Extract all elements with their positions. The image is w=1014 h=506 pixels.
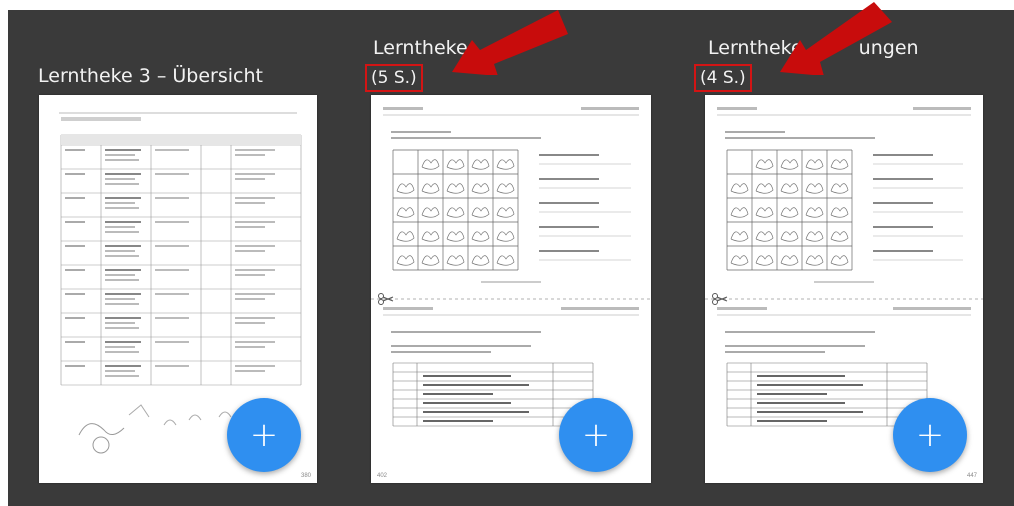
page-number: 447 <box>966 473 977 479</box>
red-arrow-annotation <box>452 10 568 75</box>
plus-icon: + <box>581 415 611 455</box>
page-number: 380 <box>300 473 311 479</box>
red-arrow-annotation <box>780 2 892 75</box>
plus-icon: + <box>249 415 279 455</box>
page-number: 402 <box>377 473 388 479</box>
card-title-uebersicht: Lerntheke 3 – Übersicht <box>38 65 263 87</box>
page-count-badge: (4 S.) <box>694 64 752 92</box>
add-button-uebersicht[interactable]: + <box>227 398 301 472</box>
add-button-lerntheke-3[interactable]: + <box>893 398 967 472</box>
page-count-badge: (5 S.) <box>365 64 423 92</box>
add-button-lerntheke-2[interactable]: + <box>559 398 633 472</box>
document-board: Lerntheke 3 – Übersicht 380 + Lerntheke … <box>8 2 1014 506</box>
plus-icon: + <box>915 415 945 455</box>
